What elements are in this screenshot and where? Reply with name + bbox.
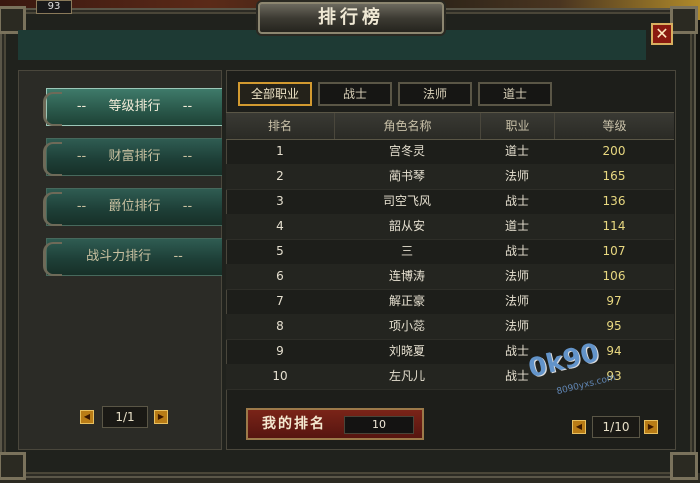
tab-taoist[interactable]: 道士 — [478, 82, 552, 106]
prev-page-icon[interactable]: ◀ — [572, 420, 586, 434]
player-name-cell: 刘晓夏 — [388, 344, 425, 358]
next-page-icon[interactable]: ▶ — [644, 420, 658, 434]
my-rank-value: 10 — [344, 416, 414, 434]
class-cell: 法师 — [504, 294, 529, 308]
tab-all-classes[interactable]: 全部职业 — [238, 82, 312, 106]
header-band — [18, 30, 646, 60]
next-page-icon[interactable]: ▶ — [154, 410, 168, 424]
rank-cell: 3 — [276, 194, 284, 208]
ranking-table-header: 排名 角色名称 职业 等级 — [226, 112, 674, 140]
column-header-level: 等级 — [554, 113, 674, 139]
category-dash-right: -- — [173, 249, 183, 264]
column-header-name: 角色名称 — [334, 113, 480, 139]
category-label: 财富排行 — [108, 149, 161, 164]
category-power-ranking[interactable]: 战斗力排行 -- — [43, 238, 222, 276]
ornament-icon — [43, 142, 62, 176]
player-name-cell: 韶从安 — [388, 219, 425, 233]
category-pager: ◀ 1/1 ▶ — [80, 406, 170, 428]
rank-cell: 1 — [276, 144, 284, 158]
close-button[interactable]: ✕ — [651, 23, 673, 45]
player-level-badge: 93 — [36, 0, 72, 14]
player-name-cell: 三 — [400, 244, 413, 258]
class-cell: 战士 — [504, 194, 529, 208]
table-row[interactable]: 7 解正豪 法师 97 — [226, 289, 674, 315]
table-row[interactable]: 1 宫冬灵 道士 200 — [226, 139, 674, 165]
player-name-cell: 宫冬灵 — [388, 144, 425, 158]
my-rank-label: 我的排名 — [262, 416, 326, 432]
player-name-cell: 司空飞风 — [382, 194, 431, 208]
window-title: 排行榜 — [318, 7, 384, 28]
level-cell: 107 — [602, 244, 626, 258]
ornament-icon — [43, 92, 62, 126]
category-title-ranking[interactable]: -- 爵位排行 -- — [43, 188, 222, 226]
class-cell: 法师 — [504, 169, 529, 183]
level-cell: 200 — [602, 144, 626, 158]
table-row[interactable]: 8 项小蕊 法师 95 — [226, 314, 674, 340]
level-cell: 97 — [606, 294, 622, 308]
frame-corner-ornament — [670, 452, 698, 480]
category-dash-left: -- — [76, 149, 87, 164]
rank-cell: 4 — [276, 219, 284, 233]
ranking-pager: ◀ 1/10 ▶ — [572, 416, 660, 438]
category-label: 战斗力排行 — [86, 249, 152, 264]
rank-cell: 7 — [276, 294, 284, 308]
player-name-cell: 连博涛 — [388, 269, 425, 283]
category-dash-right: -- — [182, 99, 193, 114]
level-cell: 95 — [606, 319, 622, 333]
class-cell: 道士 — [504, 219, 529, 233]
category-dash-left: -- — [76, 99, 87, 114]
table-row[interactable]: 6 连博涛 法师 106 — [226, 264, 674, 290]
table-row[interactable]: 5 三 战士 107 — [226, 239, 674, 265]
rank-cell: 5 — [276, 244, 284, 258]
tab-warrior[interactable]: 战士 — [318, 82, 392, 106]
category-dash-left: -- — [76, 199, 87, 214]
player-name-cell: 左凡儿 — [388, 369, 425, 383]
ornament-icon — [43, 242, 62, 276]
player-name-cell: 项小蕊 — [388, 319, 425, 333]
class-cell: 法师 — [504, 269, 529, 283]
column-header-class: 职业 — [480, 113, 554, 139]
table-row[interactable]: 4 韶从安 道士 114 — [226, 214, 674, 240]
rank-cell: 2 — [276, 169, 284, 183]
category-label: 等级排行 — [108, 99, 161, 114]
level-cell: 106 — [602, 269, 626, 283]
prev-page-icon[interactable]: ◀ — [80, 410, 94, 424]
level-cell: 165 — [602, 169, 626, 183]
ranking-page-indicator: 1/10 — [592, 416, 640, 438]
ornament-icon — [43, 192, 62, 226]
category-label: 爵位排行 — [108, 199, 161, 214]
player-name-cell: 蔺书琴 — [388, 169, 425, 183]
class-cell: 道士 — [504, 144, 529, 158]
category-page-indicator: 1/1 — [102, 406, 148, 428]
rank-cell: 10 — [272, 369, 288, 383]
tab-mage[interactable]: 法师 — [398, 82, 472, 106]
category-wealth-ranking[interactable]: -- 财富排行 -- — [43, 138, 222, 176]
class-cell: 法师 — [504, 319, 529, 333]
level-cell: 136 — [602, 194, 626, 208]
class-cell: 战士 — [504, 244, 529, 258]
category-dash-right: -- — [182, 149, 193, 164]
column-header-rank: 排名 — [267, 119, 292, 133]
table-row[interactable]: 2 蔺书琴 法师 165 — [226, 164, 674, 190]
rank-cell: 6 — [276, 269, 284, 283]
player-name-cell: 解正豪 — [388, 294, 425, 308]
frame-corner-ornament — [670, 6, 698, 34]
category-dash-right: -- — [182, 199, 193, 214]
level-cell: 114 — [602, 219, 626, 233]
title-plate: 排行榜 — [258, 2, 444, 34]
my-rank-button[interactable]: 我的排名 10 — [246, 408, 424, 440]
category-level-ranking[interactable]: -- 等级排行 -- — [43, 88, 222, 126]
table-row[interactable]: 3 司空飞风 战士 136 — [226, 189, 674, 215]
rank-cell: 9 — [276, 344, 284, 358]
frame-corner-ornament — [0, 452, 26, 480]
rank-cell: 8 — [276, 319, 284, 333]
table-row[interactable]: 9 刘晓夏 战士 94 — [226, 339, 674, 365]
